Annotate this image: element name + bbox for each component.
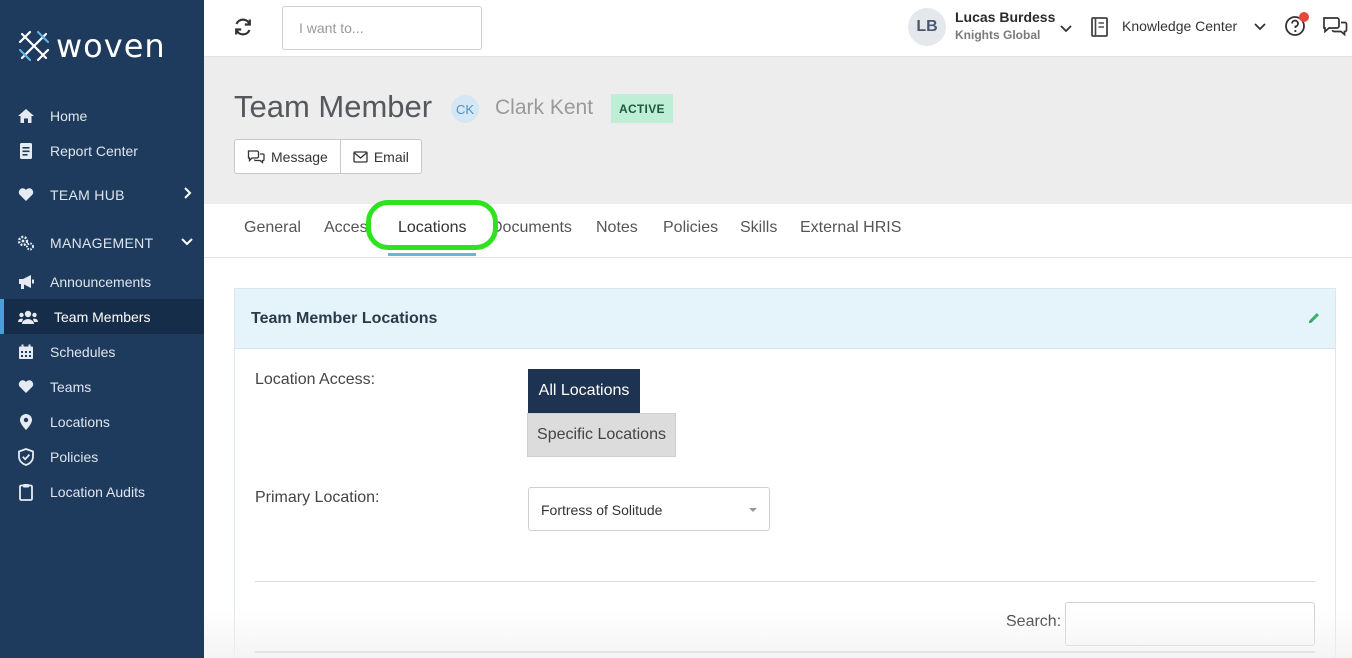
- panel-title: Team Member Locations: [251, 310, 438, 327]
- sidebar-item-announcements[interactable]: Announcements: [0, 264, 204, 299]
- user-name[interactable]: Lucas Burdess: [955, 9, 1055, 25]
- member-name: Clark Kent: [495, 96, 594, 119]
- email-button[interactable]: Email: [339, 140, 421, 173]
- chevron-down-icon[interactable]: [1252, 18, 1268, 34]
- sidebar: woven Home Report Center TEAM HUB MANAGE…: [0, 0, 204, 658]
- message-label: Message: [271, 148, 328, 165]
- sidebar-item-teams[interactable]: Teams: [0, 369, 204, 404]
- book-icon[interactable]: [1090, 16, 1110, 38]
- sidebar-item-policies[interactable]: Policies: [0, 439, 204, 474]
- sidebar-section-team-hub[interactable]: TEAM HUB: [0, 177, 204, 212]
- chevron-right-icon: [184, 187, 192, 199]
- divider: [255, 581, 1315, 582]
- status-text: ACTIVE: [619, 101, 665, 116]
- search-label: Search:: [1006, 613, 1062, 630]
- location-access-label: Location Access:: [255, 371, 376, 388]
- sidebar-section-label: TEAM HUB: [50, 186, 125, 203]
- tab-access[interactable]: Access: [324, 219, 376, 237]
- sidebar-item-label: Report Center: [50, 142, 138, 159]
- chevron-down-icon[interactable]: [1058, 20, 1074, 36]
- member-initials-badge: CK: [451, 95, 479, 123]
- heart-icon: [16, 377, 36, 397]
- specific-locations-option[interactable]: Specific Locations: [527, 413, 676, 457]
- search-input[interactable]: [1065, 602, 1315, 646]
- caret-down-icon: [749, 508, 757, 512]
- sidebar-section-management[interactable]: MANAGEMENT: [0, 225, 204, 260]
- chat-icon[interactable]: [1322, 15, 1348, 37]
- table-header-border: [255, 651, 1315, 653]
- pencil-icon[interactable]: [1307, 311, 1321, 325]
- panel-header: Team Member Locations: [235, 289, 1335, 349]
- clipboard-icon: [16, 482, 36, 502]
- team-member-locations-panel: Team Member Locations Location Access: A…: [234, 288, 1336, 658]
- message-button[interactable]: Message: [235, 140, 340, 173]
- top-bar: LB Lucas Burdess Knights Global Knowledg…: [204, 0, 1352, 57]
- user-avatar[interactable]: LB: [908, 8, 946, 46]
- sidebar-item-schedules[interactable]: Schedules: [0, 334, 204, 369]
- calendar-icon: [16, 342, 36, 362]
- user-org: Knights Global: [955, 28, 1041, 42]
- all-locations-label: All Locations: [538, 382, 630, 399]
- tab-bar: General Access Locations Documents Notes…: [204, 200, 1352, 258]
- primary-location-select[interactable]: Fortress of Solitude: [528, 487, 770, 531]
- email-label: Email: [373, 148, 409, 165]
- tab-external-hris[interactable]: External HRIS: [800, 219, 901, 237]
- tab-notes[interactable]: Notes: [596, 219, 638, 237]
- chevron-down-icon: [181, 238, 193, 246]
- heart-icon: [16, 185, 36, 205]
- member-initials: CK: [455, 101, 475, 117]
- users-icon: [18, 307, 38, 327]
- chat-icon: [247, 150, 265, 164]
- map-pin-icon: [16, 412, 36, 432]
- sidebar-item-label: Team Members: [54, 308, 151, 325]
- logo-text: woven: [56, 27, 166, 65]
- user-initials: LB: [916, 18, 938, 35]
- all-locations-option[interactable]: All Locations: [528, 369, 640, 413]
- i-want-to-input[interactable]: [282, 6, 482, 50]
- envelope-icon: [353, 150, 368, 163]
- sidebar-item-label: Location Audits: [50, 483, 145, 500]
- tab-skills[interactable]: Skills: [740, 219, 777, 237]
- active-tab-indicator: [388, 253, 476, 256]
- tab-policies[interactable]: Policies: [663, 219, 718, 237]
- sidebar-item-label: Home: [50, 107, 88, 124]
- sidebar-item-team-members[interactable]: Team Members: [0, 299, 204, 334]
- report-icon: [16, 141, 36, 161]
- sidebar-item-label: Schedules: [50, 343, 116, 360]
- sidebar-item-label: Policies: [50, 448, 99, 465]
- primary-location-label: Primary Location:: [255, 489, 380, 506]
- tab-documents[interactable]: Documents: [491, 219, 572, 237]
- sidebar-item-location-audits[interactable]: Location Audits: [0, 474, 204, 509]
- woven-logo-icon: [18, 30, 50, 62]
- sidebar-item-home[interactable]: Home: [0, 98, 204, 133]
- sidebar-section-label: MANAGEMENT: [50, 234, 154, 251]
- sidebar-item-label: Teams: [50, 378, 92, 395]
- tab-general[interactable]: General: [244, 219, 301, 237]
- woven-logo[interactable]: woven: [18, 28, 166, 64]
- cogs-icon: [16, 233, 36, 253]
- sidebar-item-report-center[interactable]: Report Center: [0, 133, 204, 168]
- knowledge-center-link[interactable]: Knowledge Center: [1122, 18, 1237, 34]
- notification-dot: [1299, 12, 1309, 22]
- main-content: Team Member Locations Location Access: A…: [204, 258, 1352, 658]
- contact-button-group: Message Email: [234, 139, 422, 174]
- page-title: Team Member: [234, 89, 433, 124]
- primary-location-value: Fortress of Solitude: [541, 502, 663, 518]
- megaphone-icon: [16, 272, 36, 292]
- sidebar-item-label: Locations: [50, 413, 110, 430]
- sidebar-item-locations[interactable]: Locations: [0, 404, 204, 439]
- page-header: Team Member CK Clark Kent ACTIVE Message…: [204, 57, 1352, 204]
- home-icon: [16, 106, 36, 126]
- status-badge: ACTIVE: [611, 94, 673, 123]
- refresh-icon[interactable]: [232, 16, 254, 38]
- sidebar-item-label: Announcements: [50, 273, 152, 290]
- specific-locations-label: Specific Locations: [537, 426, 666, 443]
- shield-icon: [16, 447, 36, 467]
- tab-locations-highlighted[interactable]: Locations: [398, 219, 467, 237]
